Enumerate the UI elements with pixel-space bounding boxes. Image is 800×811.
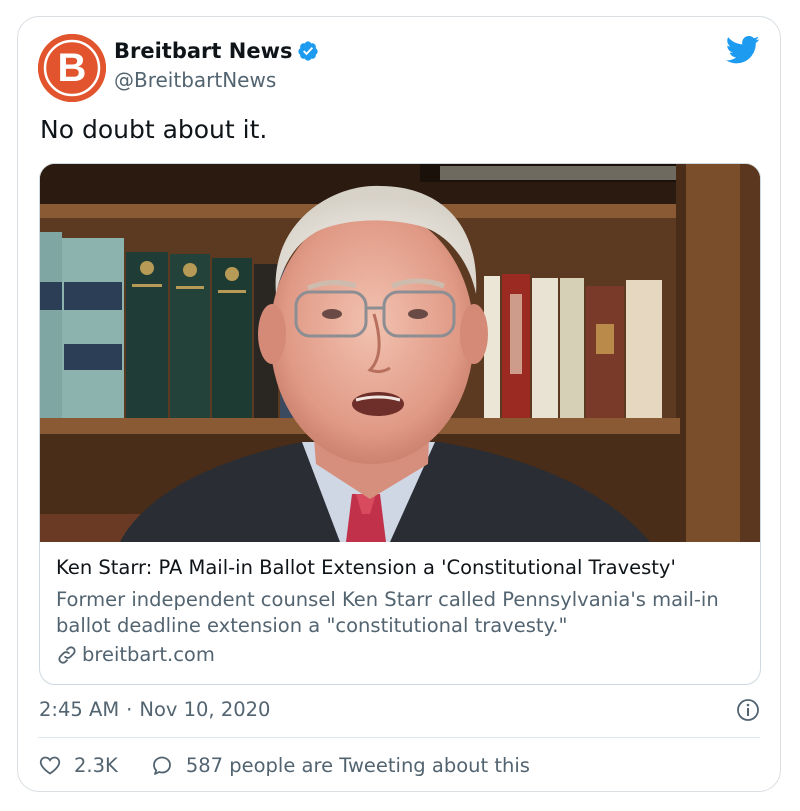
author-name-row: Breitbart News bbox=[114, 39, 319, 63]
like-count: 2.3K bbox=[74, 753, 118, 777]
tweet-text: No doubt about it. bbox=[40, 115, 268, 144]
tweet-actions: 2.3K 587 people are Tweeting about this bbox=[38, 753, 530, 777]
breitbart-logo-icon: B bbox=[38, 34, 106, 102]
link-card-image bbox=[40, 164, 760, 542]
ken-starr-photo bbox=[40, 164, 760, 542]
speech-bubble-icon bbox=[152, 756, 171, 775]
heart-icon bbox=[39, 756, 61, 775]
info-icon[interactable] bbox=[736, 698, 760, 722]
avatar[interactable]: B bbox=[38, 34, 106, 102]
link-icon bbox=[58, 645, 76, 664]
author-name[interactable]: Breitbart News bbox=[114, 39, 292, 63]
link-card-domain[interactable]: breitbart.com bbox=[56, 643, 215, 666]
timestamp-separator: · bbox=[126, 698, 133, 721]
tweet-timestamp[interactable]: 2:45 AM · Nov 10, 2020 bbox=[39, 698, 270, 721]
like-button[interactable]: 2.3K bbox=[38, 753, 118, 777]
link-card[interactable]: Ken Starr: PA Mail-in Ballot Extension a… bbox=[39, 163, 761, 685]
link-card-domain-text: breitbart.com bbox=[82, 643, 215, 666]
tweet-time: 2:45 AM bbox=[39, 698, 120, 721]
tweet-date: Nov 10, 2020 bbox=[139, 698, 271, 721]
conversation-text: 587 people are Tweeting about this bbox=[185, 753, 530, 777]
divider bbox=[38, 737, 760, 738]
link-card-description: Former independent counsel Ken Starr cal… bbox=[56, 588, 719, 637]
conversation-button[interactable]: 587 people are Tweeting about this bbox=[150, 753, 530, 777]
link-card-title[interactable]: Ken Starr: PA Mail-in Ballot Extension a… bbox=[56, 556, 676, 579]
author-handle[interactable]: @BreitbartNews bbox=[114, 68, 276, 92]
verified-badge-icon bbox=[298, 41, 319, 61]
twitter-bird-icon[interactable] bbox=[726, 35, 760, 65]
svg-text:B: B bbox=[58, 46, 87, 90]
tweet-card: B Breitbart News @BreitbartNews No doubt… bbox=[17, 16, 781, 792]
